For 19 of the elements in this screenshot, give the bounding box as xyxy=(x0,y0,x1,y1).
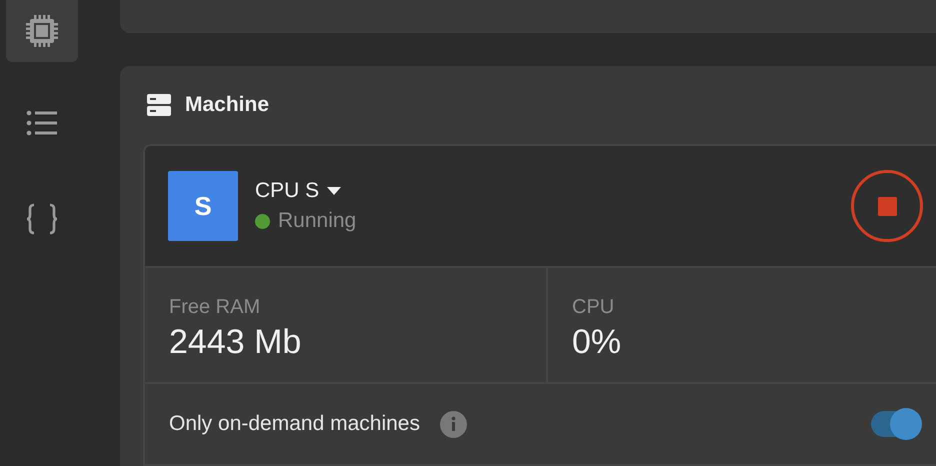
stat-label: Free RAM xyxy=(169,296,262,319)
stat-value: 2443 Mb xyxy=(169,323,302,362)
info-icon xyxy=(440,410,467,438)
machine-select[interactable]: CPU S xyxy=(255,179,851,203)
stat-value: 0% xyxy=(572,323,622,362)
sidebar-item[interactable] xyxy=(6,0,78,62)
stop-icon xyxy=(878,196,896,216)
server-icon xyxy=(147,94,171,116)
panel-title: Machine xyxy=(185,93,270,117)
list-icon xyxy=(26,110,58,136)
stat-label: CPU xyxy=(572,296,616,319)
braces-icon xyxy=(25,203,59,235)
stop-button[interactable] xyxy=(851,170,923,242)
toggle-switch[interactable] xyxy=(871,411,919,437)
chip-icon xyxy=(25,14,59,48)
status-text: Running xyxy=(278,209,356,233)
caret-icon xyxy=(327,187,342,195)
option-label: Only on-demand machines xyxy=(169,412,420,436)
machine-avatar: S xyxy=(168,171,238,241)
